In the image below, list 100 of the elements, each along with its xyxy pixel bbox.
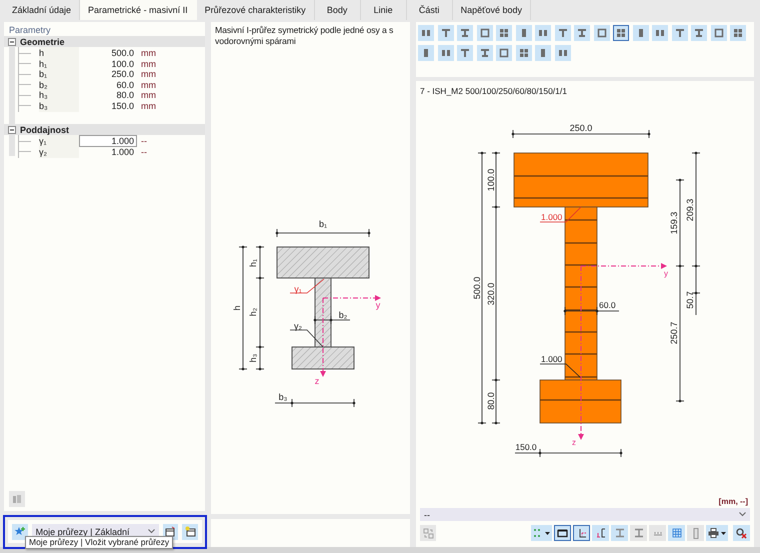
parameter-name: b₁ xyxy=(39,68,79,80)
parameter-name: b₃ xyxy=(39,100,79,112)
dimension-label: 320.0 xyxy=(486,282,496,306)
section-icon xyxy=(440,48,450,58)
unit-label: mm xyxy=(140,48,157,58)
preview-title: 7 - ISH_M2 500/100/250/60/80/150/1/1 xyxy=(419,85,568,96)
dimension-label: h₂ xyxy=(248,308,258,316)
section-icon xyxy=(518,48,528,58)
chevron-icon xyxy=(739,512,746,517)
section-description: Masivní I-průřez symetrický podle jedné osy a s vodorovnými spárami xyxy=(214,24,394,48)
parameter-value: 150.0 xyxy=(110,100,135,112)
section-icon xyxy=(655,28,665,38)
favorite-button[interactable] xyxy=(12,524,28,540)
units-label: [mm, --] xyxy=(718,497,749,508)
axis-label: z xyxy=(314,376,320,386)
panel-title: Parametry xyxy=(8,24,52,36)
filter-dropdown[interactable]: -- xyxy=(420,508,750,521)
section-icon xyxy=(460,48,470,58)
leader-line xyxy=(290,330,324,348)
insert-button[interactable] xyxy=(182,524,198,540)
dimension-icon xyxy=(596,528,606,538)
toolbar-button[interactable] xyxy=(554,525,571,541)
leader-line xyxy=(290,278,324,294)
tab[interactable]: Linie xyxy=(360,0,407,20)
toolbar-button[interactable] xyxy=(573,525,590,541)
grid-icon xyxy=(672,528,682,538)
tab[interactable]: Body xyxy=(314,0,361,20)
parameter-value: 1.000 xyxy=(110,146,135,158)
tab[interactable]: Napěťové body xyxy=(452,0,532,20)
dimension-label: b₁ xyxy=(318,219,328,229)
group-header[interactable]: Poddajnost xyxy=(4,124,205,135)
section-icon xyxy=(499,28,509,38)
section-type-button[interactable] xyxy=(613,25,629,41)
dimension-label: 209.3 xyxy=(685,198,695,222)
group-header[interactable]: Geometrie xyxy=(4,36,205,47)
ruler-icon xyxy=(692,528,698,538)
dimension-label: 100.0 xyxy=(486,168,496,192)
axis-label: y xyxy=(376,300,380,310)
tooltip: Moje průřezy | Vložit vybrané průřezy xyxy=(25,536,174,549)
parameter-value: 250.0 xyxy=(110,68,135,80)
section-icon xyxy=(674,28,684,38)
tab[interactable]: Průřezové charakteristiky xyxy=(196,0,315,20)
leader-line xyxy=(540,364,582,378)
collapse-icon[interactable] xyxy=(8,126,16,134)
group-label: Geometrie xyxy=(20,36,65,46)
section-icon xyxy=(694,28,704,38)
dimension-label: 60.0 xyxy=(599,300,616,310)
caret-icon xyxy=(721,532,726,534)
toolbar-button[interactable] xyxy=(733,525,750,541)
axis-label: z xyxy=(572,438,576,447)
star-icon xyxy=(14,526,26,538)
parameter-value: 60.0 xyxy=(115,78,135,90)
axis-label: y xyxy=(664,269,668,278)
dimension-label: 250.7 xyxy=(669,322,679,344)
collapse-icon[interactable] xyxy=(8,38,16,46)
unit-label: mm xyxy=(140,100,157,110)
points-icon xyxy=(533,528,543,538)
section-icon xyxy=(616,28,626,38)
i-section-icon xyxy=(614,528,624,538)
section-icon xyxy=(480,48,490,58)
parameter-value: 80.0 xyxy=(115,89,135,101)
group-label: Poddajnost xyxy=(20,124,69,134)
section-icon xyxy=(421,48,431,58)
dimension-label: 500.0 xyxy=(472,276,482,300)
parameter-name: h₃ xyxy=(39,89,79,101)
unit-label: -- xyxy=(140,146,148,156)
dimension-label: 250.0 xyxy=(570,123,592,133)
frame-icon xyxy=(557,528,568,538)
joint-label: 1.000 xyxy=(541,354,562,364)
caret-icon xyxy=(545,532,550,534)
unit-label: mm xyxy=(140,69,157,79)
toolbar-button[interactable] xyxy=(706,525,728,541)
tab[interactable]: Parametrické - masivní II xyxy=(80,0,197,20)
swap-icon xyxy=(422,528,434,538)
joint-label: γ₂ xyxy=(294,321,302,331)
dimension-label: 80.0 xyxy=(486,392,496,410)
dimension-line xyxy=(564,306,620,316)
leader-line xyxy=(540,206,582,222)
dimension-label: h₁ xyxy=(248,258,258,268)
dimension-label: 159.3 xyxy=(669,212,679,234)
joint-label: 1.000 xyxy=(541,212,562,222)
unit-label: mm xyxy=(140,58,157,68)
parameter-name: γ₂ xyxy=(39,146,79,158)
chevron-icon xyxy=(148,529,155,534)
dimension-label: 50.7 xyxy=(685,291,695,309)
value-field[interactable]: 1.000 xyxy=(79,135,137,147)
parameter-value: 500.0 xyxy=(110,47,135,59)
tab[interactable]: Části xyxy=(406,0,453,20)
section-icon xyxy=(421,28,431,38)
dimension-label: 150.0 xyxy=(515,442,537,452)
toolbar-button[interactable] xyxy=(592,525,609,541)
joint-label: γ₁ xyxy=(294,284,302,294)
section-icon xyxy=(558,48,568,58)
section-icon xyxy=(558,28,568,38)
dimension-label: h₃ xyxy=(248,354,258,362)
section-icon xyxy=(714,28,724,38)
window-icon xyxy=(165,526,176,537)
parameter-name: γ₁ xyxy=(39,135,79,147)
unit-label: -- xyxy=(140,136,148,146)
toolbar-button[interactable] xyxy=(531,525,552,541)
